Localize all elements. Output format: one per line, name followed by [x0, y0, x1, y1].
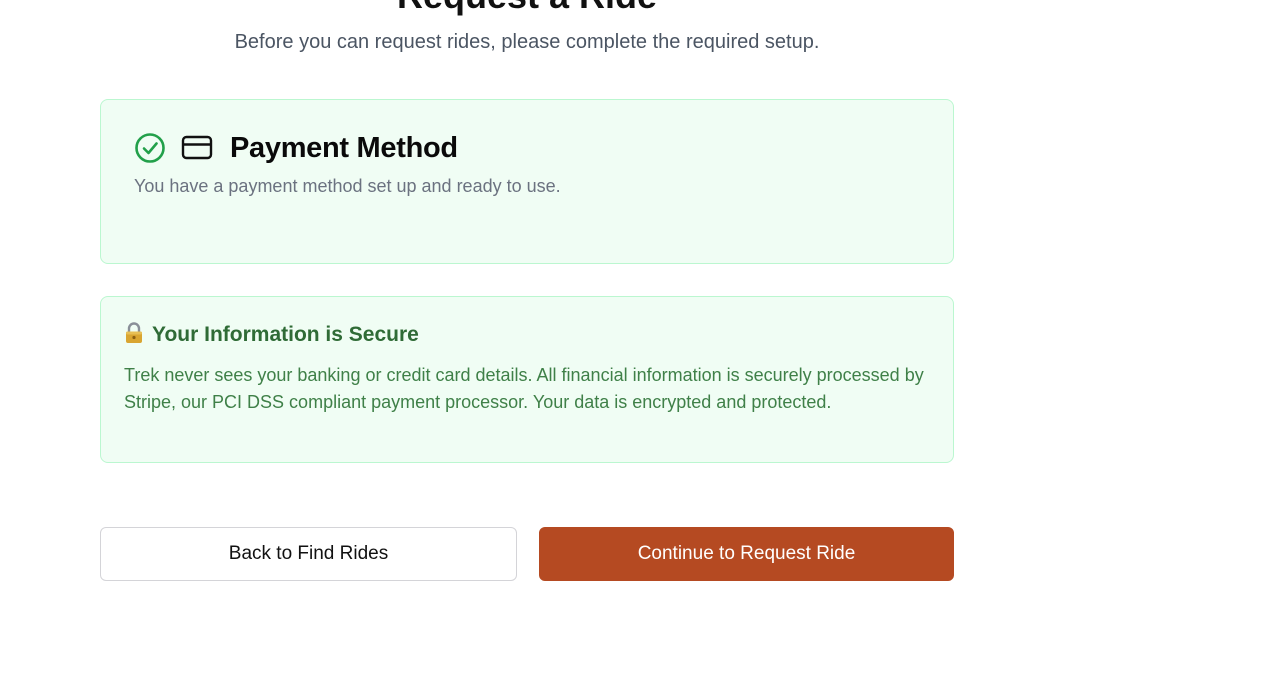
credit-card-icon: [181, 135, 213, 160]
security-notice-body: Trek never sees your banking or credit c…: [124, 365, 924, 412]
security-notice-card: Your Information is Secure Trek never se…: [100, 296, 954, 463]
back-to-find-rides-button[interactable]: Back to Find Rides: [100, 527, 517, 581]
lock-icon: [126, 322, 142, 343]
security-notice-title: Your Information is Secure: [152, 323, 419, 346]
page-subtitle: Before you can request rides, please com…: [234, 31, 820, 53]
continue-to-request-ride-button[interactable]: Continue to Request Ride: [539, 527, 954, 581]
check-circle-icon: [135, 133, 165, 163]
page-title: Request a Ride: [100, 0, 954, 14]
payment-method-description: You have a payment method set up and rea…: [134, 176, 561, 196]
setup-page: Request a Ride Before you can request ri…: [0, 0, 1274, 700]
payment-method-card: Payment Method You have a payment method…: [100, 99, 954, 264]
payment-method-title: Payment Method: [230, 132, 458, 164]
